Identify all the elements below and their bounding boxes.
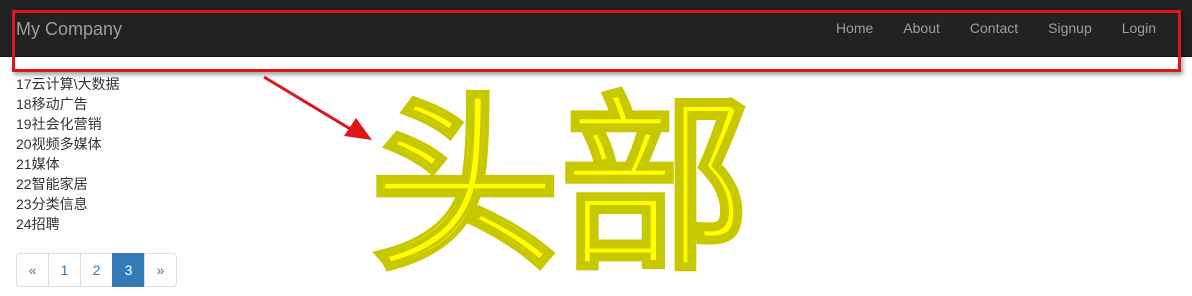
navbar-brand[interactable]: My Company (16, 18, 122, 40)
pagination-page-2[interactable]: 2 (80, 253, 113, 287)
list-item: 17云计算\大数据 (16, 76, 120, 92)
annotation-label: 头部 (370, 76, 750, 296)
pagination-prev-button[interactable]: « (16, 253, 49, 287)
list-item: 19社会化营销 (16, 116, 102, 132)
nav-link-home[interactable]: Home (821, 18, 888, 38)
list-item: 22智能家居 (16, 176, 88, 192)
list-item: 23分类信息 (16, 196, 88, 212)
pagination-page-3-active[interactable]: 3 (112, 253, 145, 287)
pagination: « 1 2 3 » (16, 253, 177, 287)
pagination-next-button[interactable]: » (144, 253, 177, 287)
list-item: 20视频多媒体 (16, 136, 102, 152)
navbar-links: Home About Contact Signup Login (821, 0, 1171, 56)
top-navbar: My Company Home About Contact Signup Log… (0, 0, 1192, 57)
nav-link-contact[interactable]: Contact (955, 18, 1033, 38)
category-list: 17云计算\大数据 18移动广告 19社会化营销 20视频多媒体 21媒体 22… (16, 74, 119, 234)
list-item: 18移动广告 (16, 96, 88, 112)
nav-link-signup[interactable]: Signup (1033, 18, 1107, 38)
annotation-arrow (263, 75, 372, 140)
page: My Company Home About Contact Signup Log… (0, 0, 1192, 296)
list-item: 24招聘 (16, 216, 60, 232)
pagination-page-1[interactable]: 1 (48, 253, 81, 287)
nav-link-about[interactable]: About (888, 18, 955, 38)
list-item: 21媒体 (16, 156, 60, 172)
nav-link-login[interactable]: Login (1107, 18, 1171, 38)
